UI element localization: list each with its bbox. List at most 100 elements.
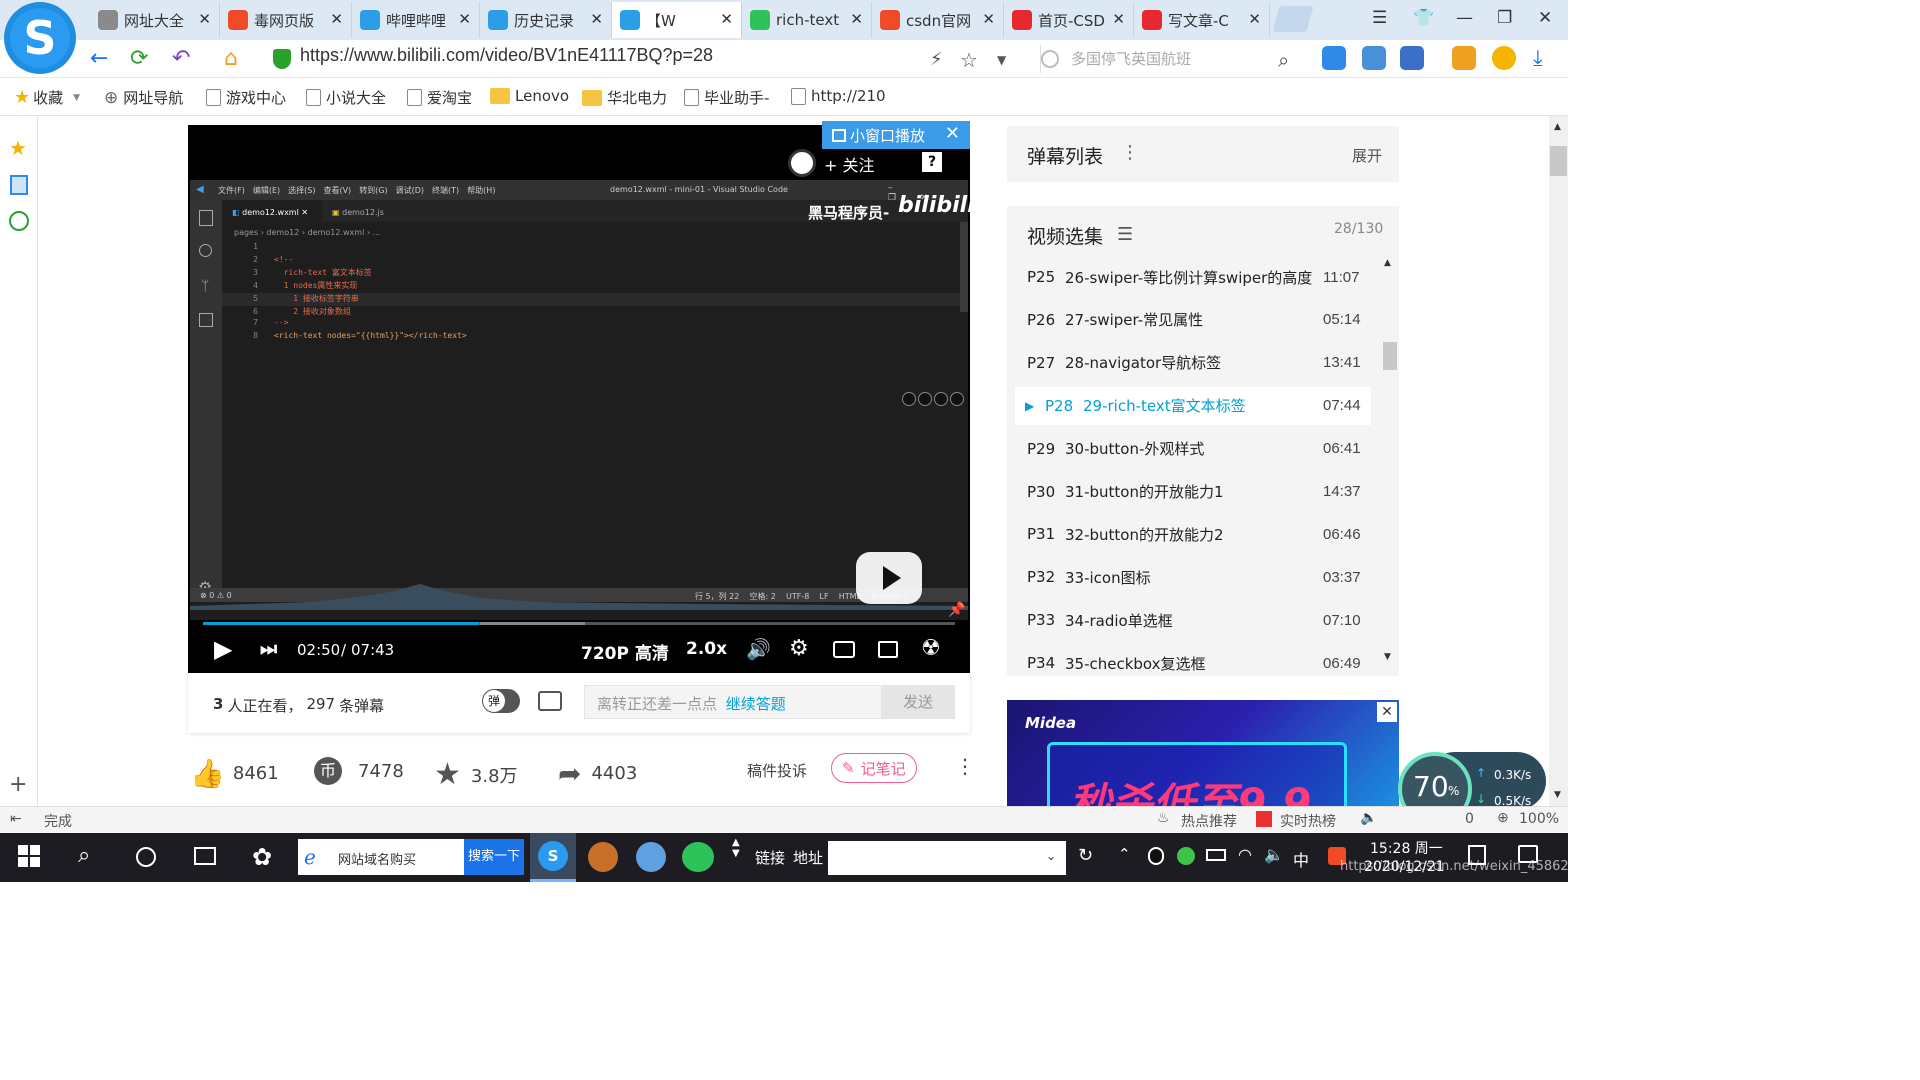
danmaku-list-panel[interactable]: 弹幕列表 ⋮ 展开	[1007, 126, 1399, 182]
close-icon[interactable]: ✕	[945, 123, 960, 144]
episode-item[interactable]: P34 35-checkbox复选框 06:49	[1015, 644, 1371, 682]
close-tab-icon[interactable]: ✕	[982, 10, 995, 28]
hot-recommend[interactable]: 热点推荐	[1181, 811, 1237, 831]
taskbar-scroll-icon[interactable]: ▲ ▼	[732, 837, 740, 859]
browser-tab[interactable]: csdn官网 ✕	[872, 2, 1004, 38]
menu-icon[interactable]: ☰	[1372, 8, 1387, 28]
wifi-icon[interactable]: ◠	[1238, 845, 1252, 864]
clock-time[interactable]: 15:28 周一	[1370, 838, 1443, 858]
close-tab-icon[interactable]: ✕	[1248, 10, 1261, 28]
trending-list[interactable]: 实时热榜	[1280, 811, 1336, 831]
game-app-icon[interactable]	[588, 842, 618, 872]
bookmark-lenovo[interactable]: Lenovo	[490, 87, 569, 105]
paint-app-icon[interactable]	[636, 842, 666, 872]
episode-item[interactable]: P27 28-navigator导航标签 13:41	[1015, 344, 1371, 382]
scissors-icon[interactable]	[1400, 46, 1424, 70]
refresh-icon[interactable]: ⟳	[130, 46, 148, 71]
report-link[interactable]: 稿件投诉	[747, 760, 807, 781]
taskbar-address-input[interactable]: ⌄	[828, 841, 1066, 875]
send-button[interactable]: 发送	[881, 685, 955, 719]
close-tab-icon[interactable]: ✕	[850, 10, 863, 28]
dropdown-icon[interactable]: ▼	[997, 53, 1006, 67]
next-icon[interactable]: ⏭	[260, 638, 277, 660]
settings-gear-icon[interactable]: ⚙	[789, 636, 809, 661]
favorite-button[interactable]: ★ 3.8万	[434, 757, 518, 792]
zoom-icon[interactable]: ⊕	[1497, 810, 1509, 826]
fullscreen-icon[interactable]: ☢	[921, 636, 941, 661]
ime-indicator[interactable]: 中	[1293, 847, 1309, 871]
sogou-browser-logo[interactable]: S	[4, 2, 76, 74]
speed-selector[interactable]: 2.0x	[686, 639, 727, 659]
browser-tab[interactable]: rich-text ✕	[742, 2, 872, 38]
screenshot-icon[interactable]	[1362, 46, 1386, 70]
close-window-icon[interactable]: ✕	[1538, 8, 1552, 28]
kebab-icon[interactable]: ⋮	[1121, 142, 1139, 163]
close-tab-icon[interactable]: ✕	[720, 10, 733, 28]
url-field[interactable]: https://www.bilibili.com/video/BV1nE4111…	[300, 45, 713, 66]
cortana-icon[interactable]	[136, 847, 156, 867]
mini-window-button[interactable]: 小窗口播放 ✕	[822, 121, 970, 149]
scroll-up-icon[interactable]: ▲	[1384, 258, 1391, 268]
action-center-icon[interactable]	[1518, 845, 1538, 863]
close-tab-icon[interactable]: ✕	[458, 10, 471, 28]
quiz-link[interactable]: 继续答题	[726, 695, 786, 713]
more-options-icon[interactable]: ⋮	[955, 754, 975, 778]
qq-icon[interactable]	[1148, 847, 1164, 865]
search-icon[interactable]: ⌕	[1278, 48, 1289, 72]
taskbar-search-button[interactable]: 搜索一下	[464, 839, 524, 875]
scroll-down-icon[interactable]: ▼	[1554, 790, 1561, 800]
danmaku-toggle[interactable]: 弹	[482, 689, 520, 713]
episode-item[interactable]: P32 33-icon图标 03:37	[1015, 558, 1371, 596]
episode-item[interactable]: ▶ P28 29-rich-text富文本标签 07:44	[1015, 386, 1371, 425]
episode-item[interactable]: P26 27-swiper-常见属性 05:14	[1015, 301, 1371, 339]
task-view-icon[interactable]	[194, 847, 216, 865]
new-tab-button[interactable]	[1272, 6, 1314, 32]
sound-icon[interactable]: 🔈	[1360, 810, 1377, 826]
page-scrollbar[interactable]: ▲ ▼	[1549, 116, 1568, 806]
key-icon[interactable]	[1452, 46, 1476, 70]
skin-icon[interactable]: 👕	[1413, 8, 1434, 28]
coin-button[interactable]: 币 7478	[314, 757, 404, 785]
list-icon[interactable]: ☰	[1117, 224, 1133, 245]
play-overlay-icon[interactable]	[856, 552, 922, 604]
pin-icon[interactable]: 📌	[948, 602, 965, 618]
browser-tab[interactable]: 哔哩哔哩 ✕	[352, 2, 480, 38]
add-icon[interactable]: +	[9, 772, 27, 797]
browser-tab[interactable]: 首页-CSD ✕	[1004, 2, 1134, 38]
volume-icon[interactable]: 🔊	[746, 637, 771, 661]
bookmark-graduation[interactable]: 毕业助手-	[684, 87, 769, 108]
bookmark-games[interactable]: 游戏中心	[206, 87, 286, 108]
advertisement[interactable]: Midea ✕ 秒杀低至9.9	[1007, 700, 1399, 806]
wechat-app-icon[interactable]	[682, 842, 714, 872]
notification-icon[interactable]	[1468, 845, 1486, 865]
close-tab-icon[interactable]: ✕	[1112, 10, 1125, 28]
scroll-up-icon[interactable]: ▲	[1554, 122, 1561, 132]
tray-app-icon[interactable]	[1177, 847, 1195, 865]
follow-button[interactable]: + 关注	[824, 152, 875, 176]
search-icon[interactable]: ⌕	[78, 843, 90, 868]
volume-icon[interactable]: 🔈	[1264, 845, 1284, 864]
close-tab-icon[interactable]: ✕	[590, 10, 603, 28]
download-icon[interactable]: ⤓	[1533, 46, 1543, 71]
danmaku-input[interactable]: 离转正还差一点点 继续答题	[584, 685, 882, 719]
more-icon[interactable]	[1492, 46, 1516, 70]
bookmark-taobao[interactable]: 爱淘宝	[407, 87, 472, 108]
bookmark-ncepu[interactable]: 华北电力	[582, 87, 667, 108]
translate-icon[interactable]	[1322, 46, 1346, 70]
tray-expand-icon[interactable]: ⌃	[1118, 845, 1131, 863]
notes-button[interactable]: ✎ 记笔记	[831, 753, 917, 783]
home-icon[interactable]: ⌂	[224, 46, 238, 71]
like-button[interactable]: 👍 8461	[190, 757, 279, 790]
browser-tab[interactable]: 写文章-C ✕	[1134, 2, 1270, 38]
search-input[interactable]: 多国停飞英国航班	[1040, 45, 1300, 73]
episode-item[interactable]: P33 34-radio单选框 07:10	[1015, 601, 1371, 639]
fullscreen-page-icon[interactable]	[878, 641, 898, 658]
bookmark-nav[interactable]: ⊕ 网址导航	[104, 87, 183, 108]
danmaku-settings-icon[interactable]	[538, 691, 562, 711]
scroll-down-icon[interactable]: ▼	[1384, 652, 1391, 662]
minimize-icon[interactable]: —	[1456, 8, 1473, 28]
uploader-avatar[interactable]	[788, 149, 816, 177]
history-clock-icon[interactable]	[9, 211, 29, 231]
browser-tab[interactable]: 历史记录 ✕	[480, 2, 612, 38]
sidebar-toggle-icon[interactable]: ⇤	[10, 811, 22, 827]
